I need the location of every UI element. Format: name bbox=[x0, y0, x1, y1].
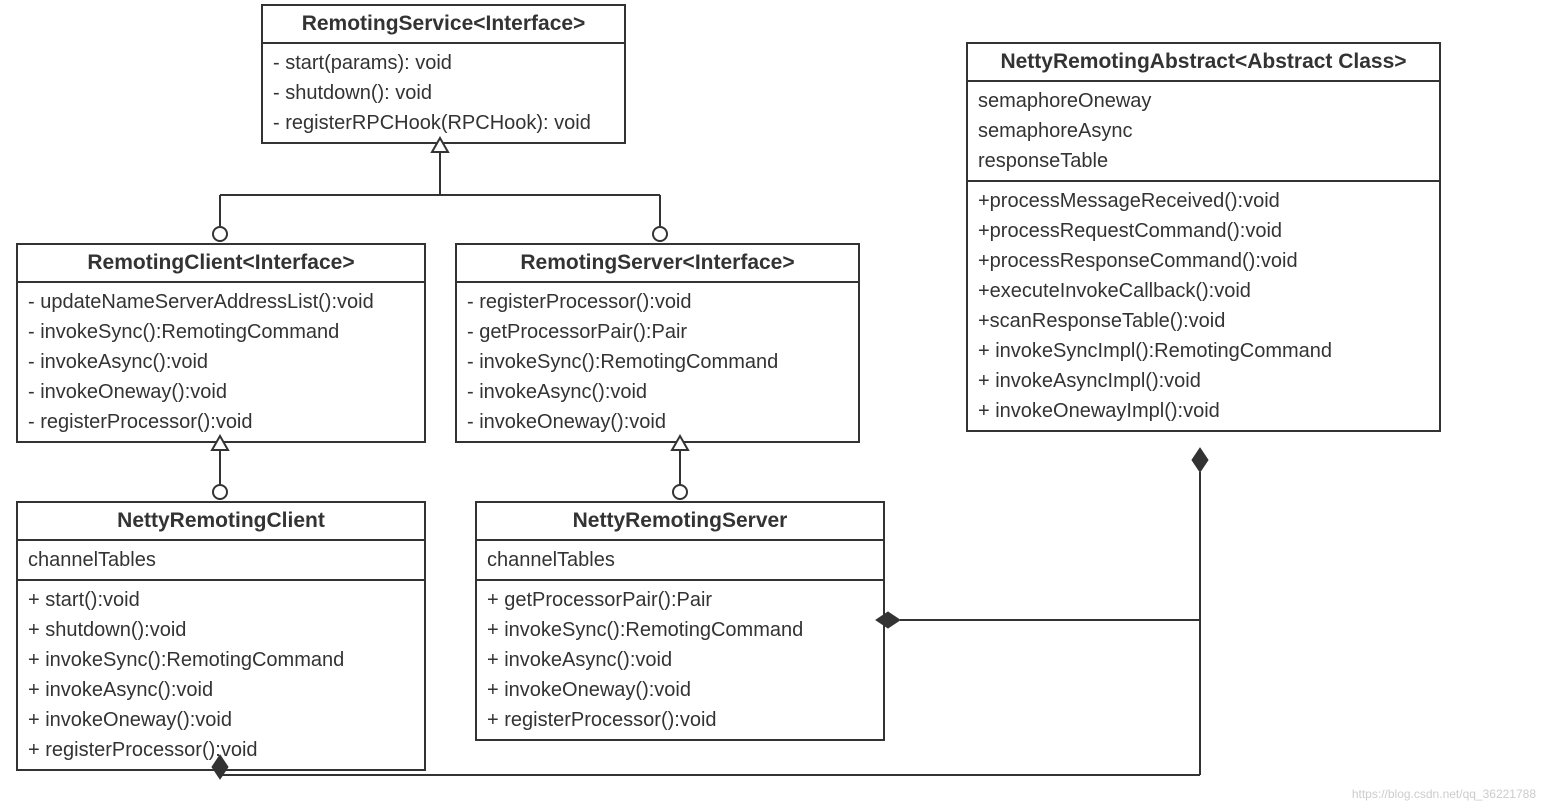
method-item: + invokeOneway():void bbox=[487, 675, 873, 705]
method-item: + registerProcessor():void bbox=[28, 735, 414, 765]
class-netty-remoting-client: NettyRemotingClient channelTables + star… bbox=[16, 501, 426, 771]
attr-item: semaphoreOneway bbox=[978, 86, 1429, 116]
method-item: + registerProcessor():void bbox=[487, 705, 873, 735]
method-item: - getProcessorPair():Pair bbox=[467, 317, 848, 347]
attr-item: responseTable bbox=[978, 146, 1429, 176]
class-methods: + start():void + shutdown():void + invok… bbox=[18, 579, 424, 769]
watermark: https://blog.csdn.net/qq_36221788 bbox=[1352, 787, 1536, 801]
class-title: RemotingClient<Interface> bbox=[18, 245, 424, 283]
method-item: + start():void bbox=[28, 585, 414, 615]
class-title: NettyRemotingClient bbox=[18, 503, 424, 541]
class-netty-remoting-abstract: NettyRemotingAbstract<Abstract Class> se… bbox=[966, 42, 1441, 432]
attr-item: channelTables bbox=[28, 545, 414, 575]
method-item: +executeInvokeCallback():void bbox=[978, 276, 1429, 306]
method-item: - start(params): void bbox=[273, 48, 614, 78]
class-methods: +processMessageReceived():void +processR… bbox=[968, 180, 1439, 430]
method-item: + getProcessorPair():Pair bbox=[487, 585, 873, 615]
method-item: +processRequestCommand():void bbox=[978, 216, 1429, 246]
method-item: + invokeSync():RemotingCommand bbox=[28, 645, 414, 675]
method-item: - invokeOneway():void bbox=[28, 377, 414, 407]
class-methods: - start(params): void - shutdown(): void… bbox=[263, 44, 624, 142]
method-item: + shutdown():void bbox=[28, 615, 414, 645]
class-attrs: channelTables bbox=[18, 541, 424, 579]
method-item: + invokeAsync():void bbox=[28, 675, 414, 705]
method-item: + invokeOnewayImpl():void bbox=[978, 396, 1429, 426]
method-item: + invokeSync():RemotingCommand bbox=[487, 615, 873, 645]
method-item: - invokeSync():RemotingCommand bbox=[467, 347, 848, 377]
method-item: +processResponseCommand():void bbox=[978, 246, 1429, 276]
method-item: + invokeAsyncImpl():void bbox=[978, 366, 1429, 396]
method-item: - shutdown(): void bbox=[273, 78, 614, 108]
class-title: RemotingService<Interface> bbox=[263, 6, 624, 44]
class-attrs: channelTables bbox=[477, 541, 883, 579]
class-remoting-client: RemotingClient<Interface> - updateNameSe… bbox=[16, 243, 426, 443]
class-netty-remoting-server: NettyRemotingServer channelTables + getP… bbox=[475, 501, 885, 741]
attr-item: channelTables bbox=[487, 545, 873, 575]
class-attrs: semaphoreOneway semaphoreAsync responseT… bbox=[968, 82, 1439, 180]
method-item: + invokeOneway():void bbox=[28, 705, 414, 735]
method-item: - invokeAsync():void bbox=[28, 347, 414, 377]
class-methods: - updateNameServerAddressList():void - i… bbox=[18, 283, 424, 441]
method-item: + invokeSyncImpl():RemotingCommand bbox=[978, 336, 1429, 366]
method-item: - invokeAsync():void bbox=[467, 377, 848, 407]
method-item: + invokeAsync():void bbox=[487, 645, 873, 675]
attr-item: semaphoreAsync bbox=[978, 116, 1429, 146]
class-remoting-service: RemotingService<Interface> - start(param… bbox=[261, 4, 626, 144]
method-item: - registerRPCHook(RPCHook): void bbox=[273, 108, 614, 138]
class-title: RemotingServer<Interface> bbox=[457, 245, 858, 283]
class-methods: + getProcessorPair():Pair + invokeSync()… bbox=[477, 579, 883, 739]
class-title: NettyRemotingAbstract<Abstract Class> bbox=[968, 44, 1439, 82]
class-remoting-server: RemotingServer<Interface> - registerProc… bbox=[455, 243, 860, 443]
class-title: NettyRemotingServer bbox=[477, 503, 883, 541]
method-item: +processMessageReceived():void bbox=[978, 186, 1429, 216]
method-item: +scanResponseTable():void bbox=[978, 306, 1429, 336]
method-item: - registerProcessor():void bbox=[467, 287, 848, 317]
class-methods: - registerProcessor():void - getProcesso… bbox=[457, 283, 858, 441]
method-item: - invokeSync():RemotingCommand bbox=[28, 317, 414, 347]
method-item: - invokeOneway():void bbox=[467, 407, 848, 437]
method-item: - updateNameServerAddressList():void bbox=[28, 287, 414, 317]
method-item: - registerProcessor():void bbox=[28, 407, 414, 437]
